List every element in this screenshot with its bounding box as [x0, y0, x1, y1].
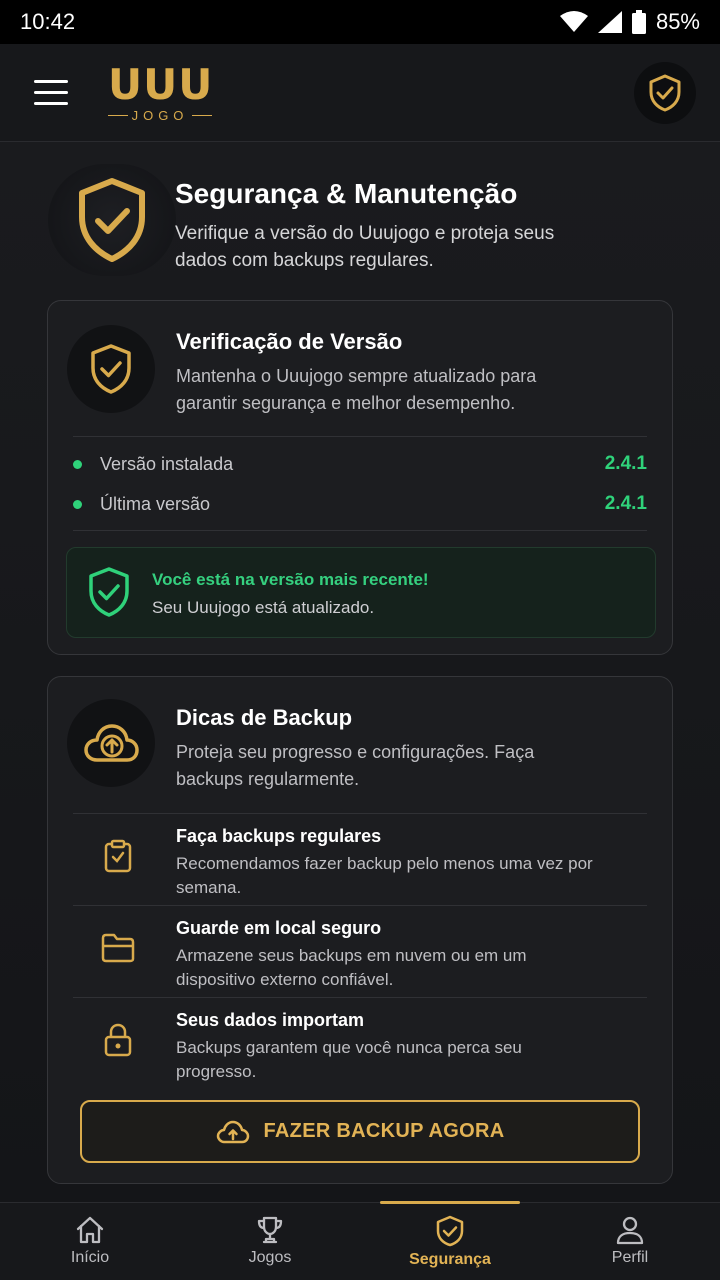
tip-description: Armazene seus backups em nuvem ou em um …	[176, 946, 527, 989]
version-icon-container	[67, 325, 155, 413]
tip-item: Guarde em local seguro Armazene seus bac…	[73, 906, 640, 997]
nav-item-perfil[interactable]: Perfil	[540, 1203, 720, 1280]
installed-version-value: 2.4.1	[604, 453, 647, 474]
divider	[73, 436, 647, 437]
nav-label-jogos: Jogos	[248, 1249, 292, 1266]
folder-icon	[98, 928, 138, 968]
backup-now-button[interactable]: FAZER BACKUP AGORA	[80, 1100, 640, 1163]
version-check-card: Verificação de Versão Mantenha o Uuujogo…	[47, 300, 673, 655]
tip-title: Faça backups regulares	[176, 826, 382, 846]
battery-level: 85%	[655, 9, 700, 34]
backup-tips-card: Dicas de Backup Proteja seu progresso e …	[47, 676, 673, 1184]
latest-version-label: Última versão	[100, 493, 211, 514]
user-icon	[616, 1216, 644, 1245]
installed-version-label: Versão instalada	[100, 453, 234, 474]
trophy-icon	[257, 1216, 283, 1244]
menu-icon	[34, 80, 68, 83]
divider	[73, 530, 647, 531]
page-description: Verifique a versão do Uuujogo e proteja …	[175, 223, 555, 271]
latest-version-row: Última versão 2.4.1	[73, 489, 647, 519]
app-header: UUU JOGO	[0, 44, 720, 142]
tip-description: Backups garantem que você nunca perca se…	[176, 1038, 522, 1081]
up-to-date-status: Você está na versão mais recente! Seu Uu…	[66, 547, 656, 638]
logo-line	[108, 115, 128, 116]
latest-version-value: 2.4.1	[604, 493, 647, 514]
cloud-upload-icon	[84, 724, 139, 762]
backup-card-title: Dicas de Backup	[176, 705, 353, 730]
menu-icon-bar	[34, 102, 68, 105]
lock-svg	[104, 1023, 132, 1057]
shield-check-icon	[79, 178, 145, 262]
backup-now-label: FAZER BACKUP AGORA	[263, 1120, 505, 1142]
tip-description: Recomendamos fazer backup pelo menos uma…	[176, 854, 593, 897]
status-title: Você está na versão mais recente!	[152, 570, 429, 589]
logo-sub: JOGO	[108, 108, 212, 123]
tip-item: Seus dados importam Backups garantem que…	[73, 998, 640, 1089]
home-icon	[76, 1216, 104, 1244]
clipboard-svg	[104, 839, 132, 873]
shield-check-icon	[436, 1215, 464, 1247]
nav-label-perfil: Perfil	[611, 1249, 649, 1266]
logo-main-text: UUU	[108, 60, 214, 109]
status-dot	[73, 459, 82, 469]
cloud-upload-icon	[216, 1120, 249, 1143]
page-title: Segurança & Manutenção	[175, 178, 518, 209]
backup-card-description: Proteja seu progresso e configurações. F…	[176, 742, 535, 789]
backup-icon-container	[67, 699, 155, 787]
folder-svg	[101, 933, 135, 963]
shield-check-icon	[649, 74, 681, 112]
version-card-description: Mantenha o Uuujogo sempre atualizado par…	[176, 366, 537, 413]
logo-sub-text: JOGO	[131, 108, 189, 123]
shield-check-icon	[91, 344, 131, 394]
status-icons: 85%	[559, 9, 700, 35]
lock-icon	[98, 1020, 138, 1060]
battery-icon	[631, 10, 646, 34]
menu-icon-bar	[34, 91, 68, 94]
installed-version-row: Versão instalada 2.4.1	[73, 449, 647, 479]
logo-line	[192, 115, 212, 116]
nav-item-seguranca[interactable]: Segurança	[360, 1201, 540, 1280]
main-content: Segurança & Manutenção Verifique a versã…	[0, 142, 720, 1202]
clipboard-icon	[98, 836, 138, 876]
status-time: 10:42	[20, 9, 76, 34]
tip-title: Seus dados importam	[176, 1010, 365, 1030]
header-shield-button[interactable]	[634, 62, 696, 124]
nav-item-jogos[interactable]: Jogos	[180, 1203, 360, 1280]
nav-label-inicio: Início	[70, 1249, 110, 1266]
signal-icon	[597, 11, 622, 33]
shield-check-icon	[89, 567, 129, 617]
status-dot	[73, 499, 82, 509]
tip-item: Faça backups regulares Recomendamos faze…	[73, 814, 640, 905]
status-bar: 10:42 85%	[0, 0, 720, 44]
status-text: Seu Uuujogo está atualizado.	[152, 598, 375, 617]
hero-icon-container	[48, 164, 176, 276]
active-tab-indicator	[380, 1201, 520, 1204]
hero-section: Segurança & Manutenção Verifique a versã…	[48, 164, 688, 284]
bottom-navigation: Início Jogos Segurança Perfil	[0, 1201, 720, 1280]
version-card-title: Verificação de Versão	[176, 329, 403, 354]
status-icon-container	[87, 566, 131, 623]
tip-title: Guarde em local seguro	[176, 918, 382, 938]
wifi-icon	[559, 11, 588, 32]
nav-label-seguranca: Segurança	[409, 1251, 491, 1268]
nav-item-inicio[interactable]: Início	[0, 1203, 180, 1280]
uuujogo-logo: UUU JOGO	[108, 64, 212, 126]
menu-button[interactable]	[34, 80, 68, 106]
